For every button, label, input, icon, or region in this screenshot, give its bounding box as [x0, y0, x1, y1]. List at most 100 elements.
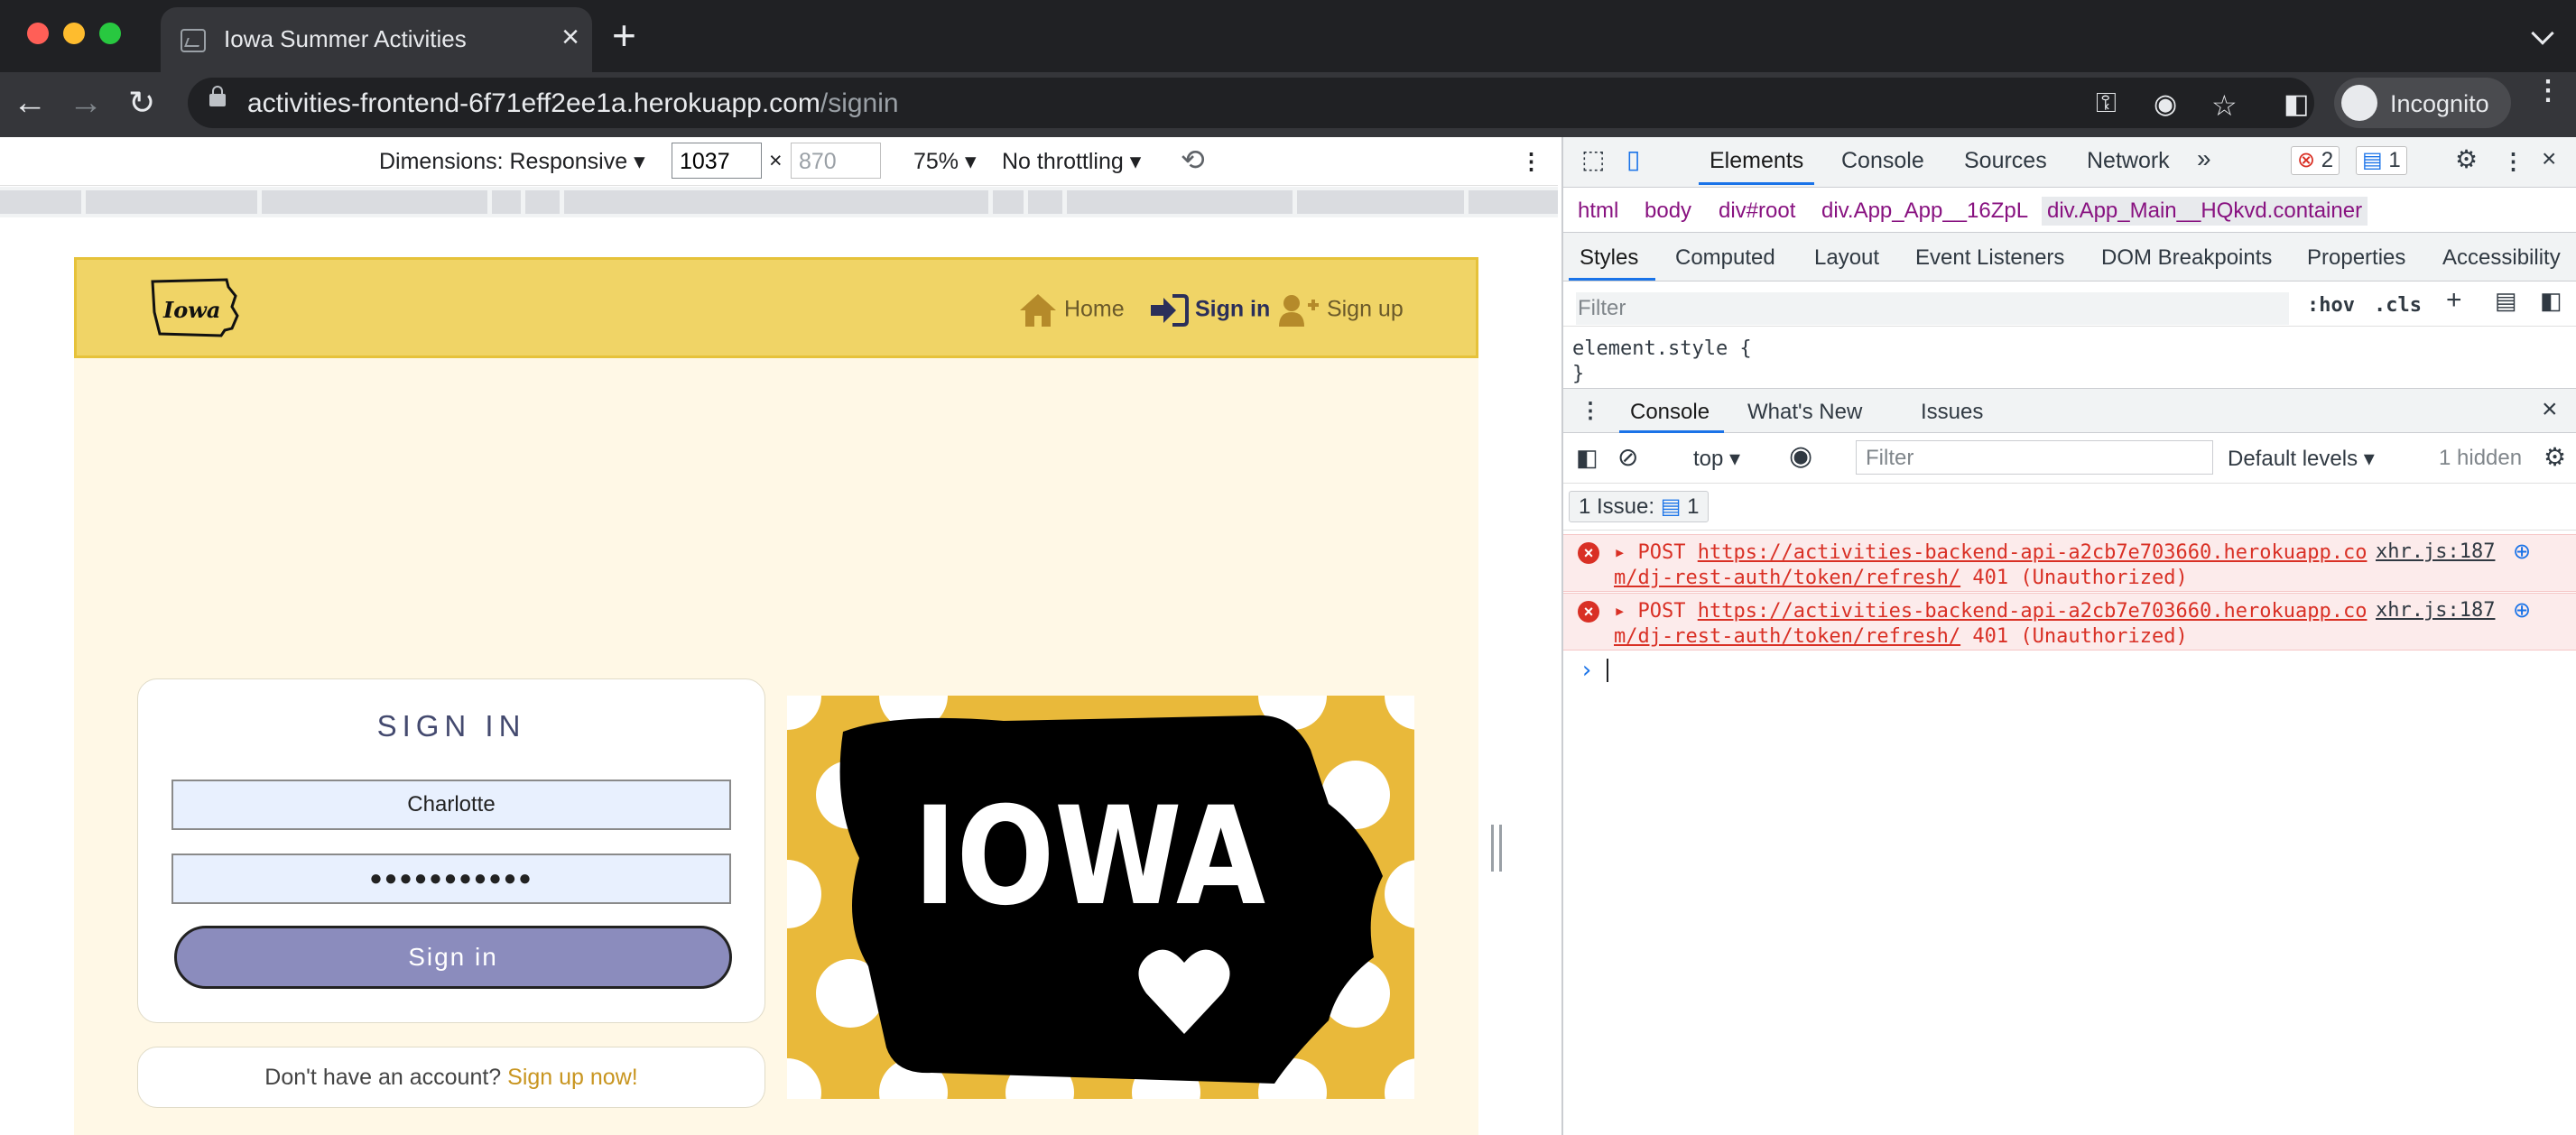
more-tabs-icon[interactable]: » — [2197, 144, 2211, 173]
devtools-more-icon[interactable]: ⋮ — [2502, 148, 2525, 175]
browser-menu-icon[interactable]: ⋮ — [2534, 78, 2562, 105]
back-button[interactable]: ← — [13, 85, 47, 121]
devtools-close-icon[interactable]: × — [2542, 144, 2556, 173]
console-error-row[interactable]: × ▸ POST https://activities-backend-api-… — [1563, 534, 2576, 592]
error-count-badge[interactable]: ⊗ 2 — [2291, 146, 2340, 175]
height-input[interactable]: 870 — [791, 143, 881, 179]
inspect-element-icon[interactable]: ⬚ — [1581, 144, 1605, 174]
url-text[interactable]: activities-frontend-6f71eff2ee1a.herokua… — [247, 88, 899, 119]
error-url-line1[interactable]: https://activities-backend-api-a2cb7e703… — [1698, 541, 2368, 564]
error-source-link[interactable]: xhr.js:187 — [2376, 540, 2495, 563]
subtab-properties[interactable]: Properties — [2307, 245, 2405, 271]
subtab-dom-breakpoints[interactable]: DOM Breakpoints — [2101, 245, 2272, 271]
media-query-segment[interactable] — [1469, 190, 1558, 214]
error-source-link[interactable]: xhr.js:187 — [2376, 599, 2495, 622]
nav-home[interactable]: Home — [1018, 292, 1125, 328]
issues-button[interactable]: 1 Issue: ▤ 1 — [1569, 491, 1710, 522]
error-message[interactable]: ▸ POST https://activities-backend-api-a2… — [1614, 540, 2367, 591]
key-icon[interactable]: ⚿ — [2096, 88, 2117, 119]
console-sidebar-icon[interactable]: ◧ — [1576, 444, 1598, 472]
subtab-computed[interactable]: Computed — [1675, 245, 1775, 271]
tracking-eye-off-icon[interactable]: ◉ — [2154, 88, 2177, 120]
tab-close-icon[interactable]: × — [561, 22, 579, 52]
side-panel-icon[interactable]: ◧ — [2284, 88, 2309, 120]
network-globe-icon[interactable]: ⊕ — [2513, 539, 2531, 565]
media-query-segment[interactable] — [86, 190, 257, 214]
drawer-tab-issues[interactable]: Issues — [1921, 400, 1983, 425]
drawer-close-icon[interactable]: × — [2542, 394, 2558, 425]
error-url-line2[interactable]: m/dj-rest-auth/token/refresh/ — [1614, 625, 1960, 648]
viewport-resize-handle[interactable] — [1491, 825, 1502, 872]
iowa-logo[interactable]: Iowa — [149, 276, 239, 342]
minimize-window-button[interactable] — [63, 23, 85, 44]
media-query-segment[interactable] — [564, 190, 988, 214]
media-query-segment[interactable] — [492, 190, 521, 214]
width-input[interactable]: 1037 — [672, 143, 762, 179]
close-window-button[interactable] — [27, 23, 49, 44]
rotate-icon[interactable]: ⟲ — [1181, 143, 1205, 177]
error-url-line1[interactable]: https://activities-backend-api-a2cb7e703… — [1698, 600, 2368, 623]
bookmark-star-icon[interactable]: ☆ — [2211, 88, 2238, 123]
breadcrumb-body[interactable]: body — [1645, 198, 1691, 224]
browser-tab[interactable]: Iowa Summer Activities × — [161, 7, 592, 72]
password-field[interactable]: ●●●●●●●●●●● — [171, 854, 731, 904]
device-more-icon[interactable]: ⋮ — [1520, 148, 1543, 175]
forward-button[interactable]: → — [69, 85, 103, 121]
message-count-badge[interactable]: ▤ 1 — [2356, 146, 2407, 175]
tab-console[interactable]: Console — [1841, 148, 1924, 174]
subtab-accessibility[interactable]: Accessibility — [2442, 245, 2561, 271]
subtab-event-listeners[interactable]: Event Listeners — [1915, 245, 2064, 271]
nav-signin[interactable]: Sign in — [1149, 292, 1270, 328]
console-input-caret[interactable] — [1607, 659, 1608, 682]
error-url-line2[interactable]: m/dj-rest-auth/token/refresh/ — [1614, 567, 1960, 589]
media-query-segment[interactable] — [1297, 190, 1464, 214]
paint-brush-icon[interactable]: ▤ — [2495, 287, 2517, 315]
clear-console-icon[interactable]: ⊘ — [1617, 442, 1638, 472]
hov-toggle[interactable]: :hov — [2307, 294, 2355, 317]
subtab-styles[interactable]: Styles — [1580, 245, 1638, 271]
element-style-rule-open[interactable]: element.style { — [1572, 337, 1752, 360]
console-error-row[interactable]: × ▸ POST https://activities-backend-api-… — [1563, 593, 2576, 651]
network-globe-icon[interactable]: ⊕ — [2513, 597, 2531, 623]
styles-filter-input[interactable]: Filter — [1576, 292, 2289, 325]
signup-link[interactable]: Sign up now! — [507, 1065, 638, 1090]
breadcrumb-html[interactable]: html — [1578, 198, 1618, 224]
maximize-window-button[interactable] — [99, 23, 121, 44]
context-dropdown[interactable]: top ▾ — [1693, 446, 1740, 472]
drawer-tab-console[interactable]: Console — [1630, 400, 1710, 425]
drawer-tab-whats-new[interactable]: What's New — [1747, 400, 1862, 425]
lock-icon[interactable] — [209, 86, 226, 106]
dimensions-dropdown[interactable]: Dimensions: Responsive ▾ — [379, 148, 645, 175]
reload-button[interactable]: ↻ — [128, 85, 155, 121]
nav-signup[interactable]: Sign up — [1277, 292, 1404, 328]
live-expression-eye-icon[interactable]: ◉ — [1789, 440, 1812, 472]
device-toggle-icon[interactable]: ▯ — [1626, 144, 1640, 174]
tab-search-chevron-icon[interactable] — [2531, 22, 2554, 45]
media-query-segment[interactable] — [993, 190, 1024, 214]
error-message[interactable]: ▸ POST https://activities-backend-api-a2… — [1614, 599, 2367, 650]
address-bar[interactable]: activities-frontend-6f71eff2ee1a.herokua… — [188, 78, 2314, 128]
console-settings-gear-icon[interactable]: ⚙ — [2544, 442, 2566, 472]
new-tab-button[interactable]: + — [612, 14, 636, 56]
zoom-dropdown[interactable]: 75% ▾ — [913, 148, 977, 175]
media-query-segment[interactable] — [525, 190, 560, 214]
new-rule-plus-icon[interactable]: + — [2446, 285, 2462, 316]
sidebar-toggle-icon[interactable]: ◧ — [2540, 287, 2562, 315]
breadcrumb-main[interactable]: div.App_Main__HQkvd.container — [2042, 197, 2368, 226]
media-query-segment[interactable] — [1028, 190, 1062, 214]
breadcrumb-root[interactable]: div#root — [1719, 198, 1795, 224]
settings-gear-icon[interactable]: ⚙ — [2455, 144, 2478, 174]
media-query-segment[interactable] — [1067, 190, 1293, 214]
cls-toggle[interactable]: .cls — [2374, 294, 2422, 317]
username-field[interactable]: Charlotte — [171, 780, 731, 830]
breadcrumb-app[interactable]: div.App_App__16ZpL — [1821, 198, 2028, 224]
drawer-more-icon[interactable]: ⋮ — [1580, 398, 1601, 424]
subtab-layout[interactable]: Layout — [1814, 245, 1879, 271]
media-query-segment[interactable] — [0, 190, 81, 214]
console-filter-input[interactable]: Filter — [1856, 440, 2213, 475]
throttling-dropdown[interactable]: No throttling ▾ — [1002, 148, 1141, 175]
tab-sources[interactable]: Sources — [1964, 148, 2047, 174]
tab-elements[interactable]: Elements — [1698, 148, 1815, 185]
media-query-segment[interactable] — [262, 190, 487, 214]
tab-network[interactable]: Network — [2087, 148, 2170, 174]
